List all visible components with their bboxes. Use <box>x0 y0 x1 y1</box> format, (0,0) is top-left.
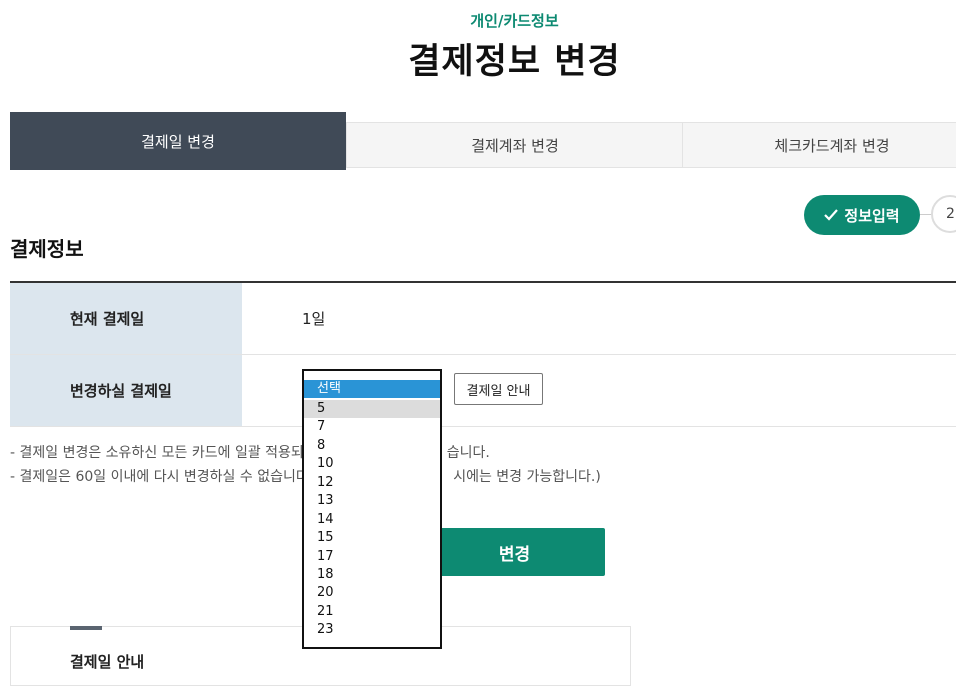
select-option[interactable]: 18 <box>304 566 440 584</box>
select-option[interactable]: 5 <box>304 400 440 418</box>
select-option[interactable]: 20 <box>304 584 440 602</box>
payment-date-guide-button[interactable]: 결제일 안내 <box>454 373 543 405</box>
select-option[interactable]: 14 <box>304 511 440 529</box>
select-option[interactable]: 7 <box>304 418 440 436</box>
guide-section-title: 결제일 안내 <box>70 653 145 671</box>
select-option[interactable]: 선택 <box>304 380 440 398</box>
guide-accent-bar <box>70 626 102 630</box>
payment-info-table: 현재 결제일 1일 변경하실 결제일 <box>10 281 956 427</box>
select-option[interactable]: 23 <box>304 621 440 639</box>
tab-bar: 결제일 변경 결제계좌 변경 체크카드계좌 변경 <box>10 112 956 170</box>
select-option[interactable]: 8 <box>304 437 440 455</box>
submit-button[interactable]: 변경 <box>424 528 605 576</box>
notice-text-tail: 습니다. <box>446 445 490 461</box>
new-date-label: 변경하실 결제일 <box>10 355 242 426</box>
step-current-label: 정보입력 <box>844 206 900 225</box>
check-icon <box>824 209 839 221</box>
select-option[interactable]: 21 <box>304 603 440 621</box>
notice-text: - 결제일 변경은 소유하신 모든 카드에 일괄 적용되며 <box>10 445 317 461</box>
select-option[interactable]: 13 <box>304 492 440 510</box>
tab-check-card-account[interactable]: 체크카드계좌 변경 <box>682 122 956 168</box>
section-title: 결제정보 <box>10 237 84 261</box>
step-next: 2 <box>931 195 956 233</box>
page-category: 개인/카드정보 <box>470 12 559 30</box>
select-option[interactable]: 17 <box>304 548 440 566</box>
current-date-label: 현재 결제일 <box>10 283 242 354</box>
payment-date-select-dropdown[interactable]: 선택 5 7 8 10 12 13 14 15 17 18 20 21 23 <box>302 369 442 649</box>
notice-text-tail: 시에는 변경 가능합니다.) <box>453 469 601 485</box>
tab-payment-account[interactable]: 결제계좌 변경 <box>346 122 683 168</box>
select-option[interactable]: 15 <box>304 529 440 547</box>
select-option[interactable]: 10 <box>304 455 440 473</box>
table-row: 현재 결제일 1일 <box>10 283 956 355</box>
notice-text: - 결제일은 60일 이내에 다시 변경하실 수 없습니다. <box>10 469 314 485</box>
page-title: 결제정보 변경 <box>408 42 621 82</box>
step-current: 정보입력 <box>804 195 920 235</box>
select-option[interactable]: 12 <box>304 474 440 492</box>
tab-payment-date[interactable]: 결제일 변경 <box>10 112 346 170</box>
current-date-value: 1일 <box>302 310 326 328</box>
